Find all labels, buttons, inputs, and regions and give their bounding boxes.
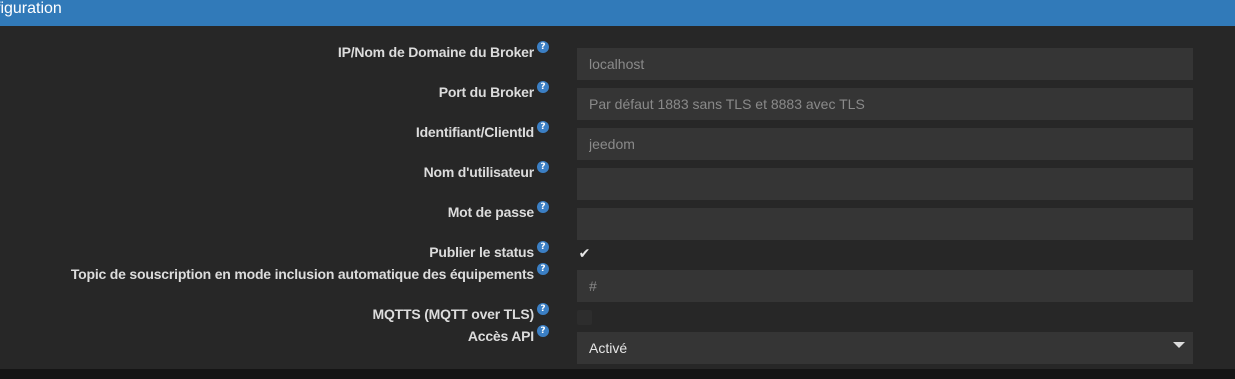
help-icon[interactable]: ? bbox=[537, 41, 549, 53]
username-label: Nom d'utilisateur bbox=[423, 164, 535, 180]
mqtts-checkbox[interactable] bbox=[577, 310, 592, 325]
help-icon[interactable]: ? bbox=[537, 303, 549, 315]
help-icon[interactable]: ? bbox=[537, 161, 549, 173]
api-access-label: Accès API bbox=[467, 328, 534, 344]
client-id-label: Identifiant/ClientId bbox=[415, 124, 534, 140]
broker-host-label: IP/Nom de Domaine du Broker bbox=[337, 44, 534, 60]
panel-footer-strip bbox=[0, 369, 1235, 379]
config-panel-header: figuration bbox=[0, 0, 1235, 26]
help-icon[interactable]: ? bbox=[537, 241, 549, 253]
mqtts-label: MQTTS (MQTT over TLS) bbox=[372, 306, 535, 322]
broker-port-input[interactable] bbox=[577, 88, 1193, 120]
help-icon[interactable]: ? bbox=[537, 263, 549, 275]
panel-title: figuration bbox=[0, 0, 62, 17]
username-input[interactable] bbox=[577, 168, 1193, 200]
auto-inclusion-topic-label: Topic de souscription en mode inclusion … bbox=[70, 266, 534, 282]
help-icon[interactable]: ? bbox=[537, 121, 549, 133]
password-input[interactable] bbox=[577, 208, 1193, 240]
caret-down-icon bbox=[1173, 342, 1185, 348]
api-access-selected-value: Activé bbox=[589, 340, 628, 356]
help-icon[interactable]: ? bbox=[537, 325, 549, 337]
publish-status-checkbox[interactable]: ✔ bbox=[577, 247, 592, 262]
broker-port-label: Port du Broker bbox=[438, 84, 534, 100]
broker-host-input[interactable] bbox=[577, 48, 1193, 80]
help-icon[interactable]: ? bbox=[537, 81, 549, 93]
password-label: Mot de passe bbox=[447, 204, 534, 220]
client-id-input[interactable] bbox=[577, 128, 1193, 160]
api-access-select[interactable]: Activé bbox=[577, 332, 1193, 364]
help-icon[interactable]: ? bbox=[537, 201, 549, 213]
auto-inclusion-topic-input[interactable] bbox=[577, 270, 1193, 302]
publish-status-label: Publier le status bbox=[429, 244, 534, 260]
